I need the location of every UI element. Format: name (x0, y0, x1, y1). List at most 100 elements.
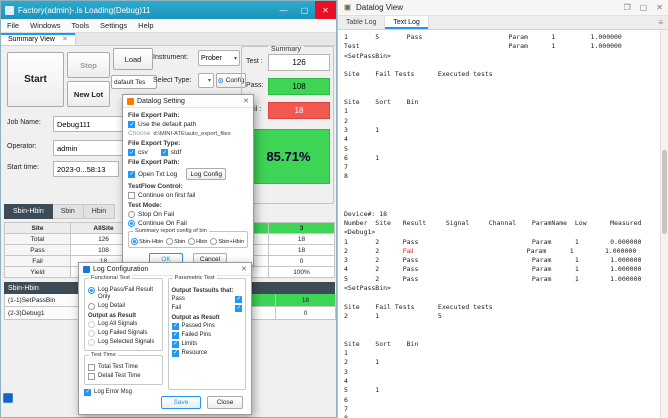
bin-tab-sbin[interactable]: Sbin (53, 204, 84, 219)
instrument-select[interactable]: Prober ▾ (198, 50, 240, 66)
passed-pins-checkbox[interactable] (172, 323, 179, 330)
close-icon[interactable]: ✕ (315, 1, 336, 19)
csv-checkbox[interactable] (128, 149, 135, 156)
bin-option-radio[interactable] (210, 238, 217, 245)
tab-label: Summary View (8, 36, 55, 43)
stop-button[interactable]: Stop (67, 52, 110, 78)
bin-option-sbin+hbin[interactable]: Sbin+Hbin (210, 238, 244, 245)
resource-checkbox[interactable] (172, 350, 179, 357)
log-failed-signals-label: Log Failed Signals (98, 330, 147, 337)
bin-tab-hbin[interactable]: Hbin (84, 204, 115, 219)
fail-checkbox[interactable] (235, 305, 242, 312)
total-test-time-label: Total Test Time (98, 364, 138, 371)
stats-header-cell: 3 (269, 223, 335, 234)
menu-item-help[interactable]: Help (138, 21, 153, 30)
log-passfail-only-label: Log Pass/Fail Result Only (98, 287, 159, 301)
bin-option-radio[interactable] (166, 238, 173, 245)
menu-item-tools[interactable]: Tools (72, 21, 90, 30)
select-type-select[interactable]: ▾ (198, 73, 214, 88)
menu-item-file[interactable]: File (7, 21, 19, 30)
log-line: 4 (344, 377, 660, 386)
menu-item-settings[interactable]: Settings (100, 21, 127, 30)
limits-checkbox[interactable] (172, 341, 179, 348)
start-time-input[interactable]: 2023-0...58:13 (53, 161, 119, 177)
failed-pins-checkbox[interactable] (172, 332, 179, 339)
bin-option-hbin[interactable]: Hbin (188, 238, 207, 245)
fail-label: Fail (172, 305, 182, 312)
test-label: Test : (246, 58, 263, 65)
functional-test-group: Functional Test Log Pass/Fail Result Onl… (84, 278, 163, 351)
save-button[interactable]: Save (161, 396, 201, 409)
log-line: 7 (344, 163, 660, 172)
tab-text-log[interactable]: Text Log (385, 16, 428, 29)
datalog-title-bar[interactable]: Datalog View ❐ ▢ ✕ (338, 0, 668, 16)
use-default-path-checkbox[interactable] (128, 121, 135, 128)
start-button[interactable]: Start (7, 52, 64, 107)
continue-on-fail-radio[interactable] (128, 220, 135, 227)
stats-row-label: Yield (5, 267, 71, 278)
test-mode-label: Test Mode: (128, 202, 248, 209)
close-icon[interactable]: ✕ (656, 3, 663, 12)
title-bar[interactable]: Factory(admin)-.is Loading(Debug)11 — ▢ … (1, 1, 336, 19)
log-line: Site Fail Tests Executed tests (344, 70, 660, 79)
bin-option-label: Sbin (174, 239, 185, 245)
log-error-msg-checkbox[interactable] (84, 389, 91, 396)
operator-label: Operator: (7, 143, 37, 150)
scrollbar-thumb[interactable] (662, 150, 667, 234)
close-button[interactable]: Close (207, 396, 243, 409)
close-icon[interactable]: ✕ (243, 97, 249, 105)
maximize-icon[interactable]: ▢ (294, 1, 315, 19)
file-export-path2-label: File Export Path: (128, 159, 248, 166)
log-selected-signals-radio[interactable] (88, 339, 95, 346)
bin-option-sbin[interactable]: Sbin (166, 238, 185, 245)
log-line: 4 (344, 135, 660, 144)
log-config-button[interactable]: Log Config (186, 168, 226, 180)
log-error-msg-label: Log Error Msg (94, 389, 132, 396)
vertical-scrollbar[interactable] (660, 30, 668, 418)
log-failed-signals-radio[interactable] (88, 330, 95, 337)
tab-table-log[interactable]: Table Log (338, 16, 385, 29)
log-line: 2 1 5 (344, 312, 660, 321)
tab-summary-view[interactable]: Summary View ✕ (1, 33, 76, 45)
stop-on-fail-radio[interactable] (128, 211, 135, 218)
detail-test-time-checkbox[interactable] (88, 373, 95, 380)
continue-first-fail-label: Continue on first fail (138, 192, 195, 199)
log-line: 5 2 Pass Param 1 1.000000 (344, 275, 660, 284)
tab-close-icon[interactable]: ✕ (62, 35, 68, 43)
bin-option-radio[interactable] (188, 238, 195, 245)
close-icon[interactable]: ✕ (241, 265, 247, 273)
dock-icon[interactable]: ❐ (624, 3, 631, 12)
log-tab-strip: Table LogText Log ≡ (338, 16, 668, 30)
list-menu-icon[interactable]: ≡ (658, 16, 668, 29)
log-line (344, 293, 660, 302)
bin-tab-sbin-hbin[interactable]: Sbin-Hbin (4, 204, 53, 219)
stdf-checkbox[interactable] (161, 149, 168, 156)
load-button[interactable]: Load (113, 48, 153, 70)
testflow-control-label: TestFlow Control: (128, 183, 248, 190)
bin-option-radio[interactable] (131, 238, 138, 245)
output-as-result-label: Output as Result (172, 315, 243, 321)
log-passfail-only-radio[interactable] (88, 287, 95, 294)
bin-option-sbin-hbin[interactable]: Sbin-Hbin (131, 238, 163, 245)
app-launcher-icon[interactable] (3, 393, 13, 403)
minimize-icon[interactable]: — (273, 1, 294, 19)
parametric-test-title: Parametric Test (173, 275, 217, 281)
log-all-signals-radio[interactable] (88, 321, 95, 328)
continue-first-fail-checkbox[interactable] (128, 192, 135, 199)
total-test-time-checkbox[interactable] (88, 364, 95, 371)
maximize-icon[interactable]: ▢ (640, 3, 648, 12)
log-detail-radio[interactable] (88, 303, 95, 310)
default-test-combo[interactable]: dafault Tes (111, 75, 157, 89)
dialog-title-bar[interactable]: Datalog Setting ✕ (123, 95, 253, 108)
menu-item-windows[interactable]: Windows (30, 21, 60, 30)
stats-cell: 0 (269, 256, 335, 267)
yield-percentage: 85.71% (247, 129, 330, 184)
log-content[interactable]: 1 5 Pass Param 1 1.000000Test Param 1 1.… (338, 30, 660, 418)
summary-group: Summary Test : 126 Pass: 108 Fail : 18 8… (241, 46, 334, 204)
log-line (344, 200, 660, 209)
new-lot-button[interactable]: New Lot (67, 81, 110, 107)
pass-checkbox[interactable] (235, 296, 242, 303)
output-as-result-label: Output as Result (88, 313, 159, 319)
open-txt-log-checkbox[interactable] (128, 171, 135, 178)
choose-button[interactable]: Choose (128, 130, 150, 137)
